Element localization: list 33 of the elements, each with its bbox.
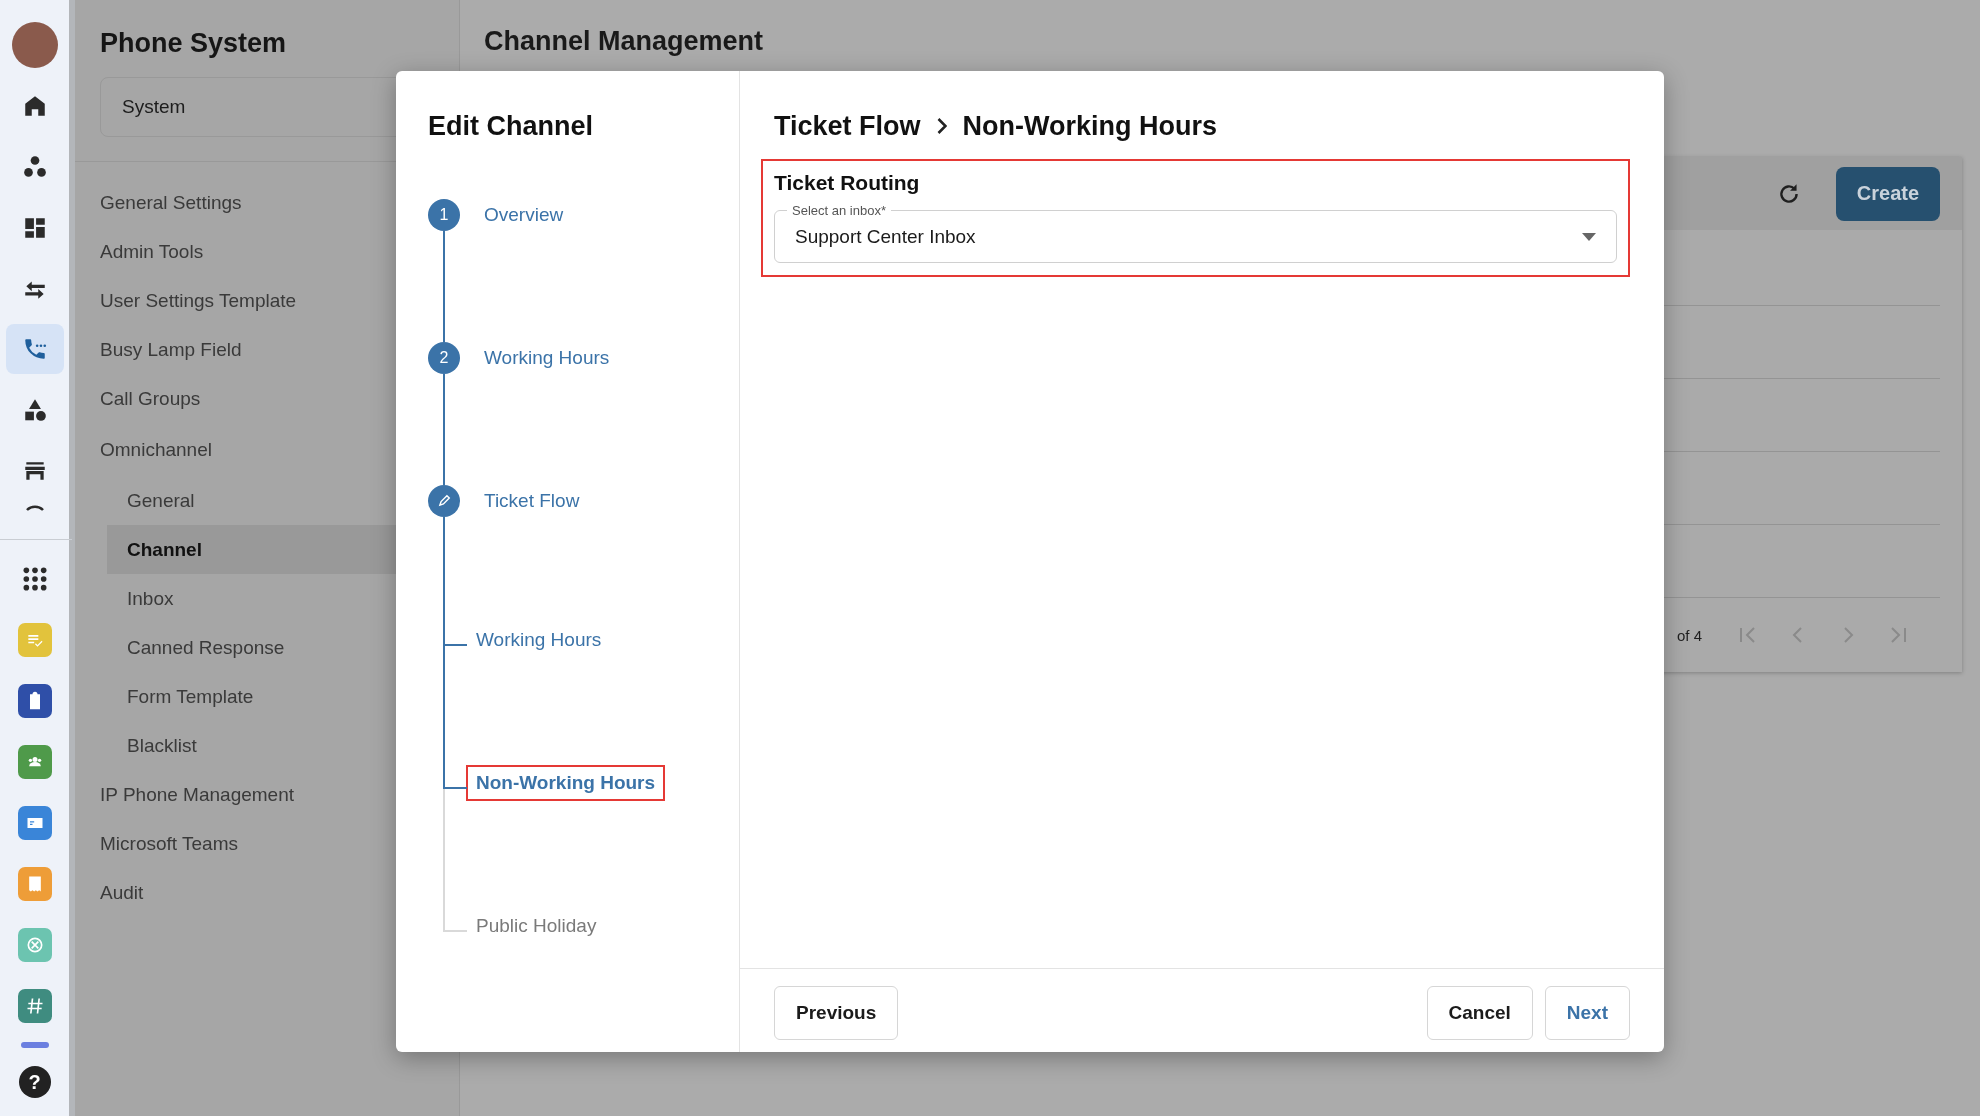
substep-link[interactable]: Non-Working Hours (466, 765, 666, 801)
cancel-button[interactable]: Cancel (1426, 986, 1533, 1040)
substep-link[interactable]: Working Hours (466, 622, 612, 658)
help-button[interactable]: ? (18, 1066, 51, 1098)
inbox-select[interactable]: Select an inbox* Support Center Inbox (774, 203, 1617, 263)
chevron-right-icon (936, 117, 947, 135)
section-title: Ticket Routing (774, 171, 921, 195)
card-app-icon[interactable] (17, 805, 52, 840)
clipboard-app-icon[interactable] (17, 683, 52, 718)
step-link[interactable]: Working Hours (484, 342, 739, 374)
step-link[interactable]: Ticket Flow (484, 485, 739, 517)
hash-app-icon[interactable] (17, 988, 52, 1023)
create-button[interactable]: Create (1836, 166, 1940, 221)
breadcrumb-item: Non-Working Hours (962, 110, 1218, 143)
people-app-icon[interactable] (17, 744, 52, 779)
receipt-app-icon[interactable] (17, 866, 52, 901)
previous-button[interactable]: Previous (774, 986, 899, 1040)
field-label: Select an inbox* (791, 203, 887, 218)
caret-icon (1582, 233, 1596, 241)
grid-shape (21, 565, 48, 592)
substep-link[interactable]: Public Holiday (466, 908, 607, 944)
checklist-app-icon[interactable] (17, 622, 52, 657)
sidebar-title: Phone System (100, 28, 288, 59)
page-count: of 4 (1676, 626, 1702, 644)
step-number: 2 (428, 342, 460, 374)
phone-icon[interactable] (5, 324, 64, 374)
step-link[interactable]: Overview (484, 199, 739, 231)
next-button[interactable]: Next (1544, 986, 1630, 1040)
page-title: Channel Management (484, 26, 765, 57)
breadcrumb-item: Ticket Flow (774, 110, 921, 143)
step-number: 1 (428, 199, 460, 231)
circles-shape (21, 153, 48, 180)
app-icon[interactable] (20, 1042, 49, 1048)
